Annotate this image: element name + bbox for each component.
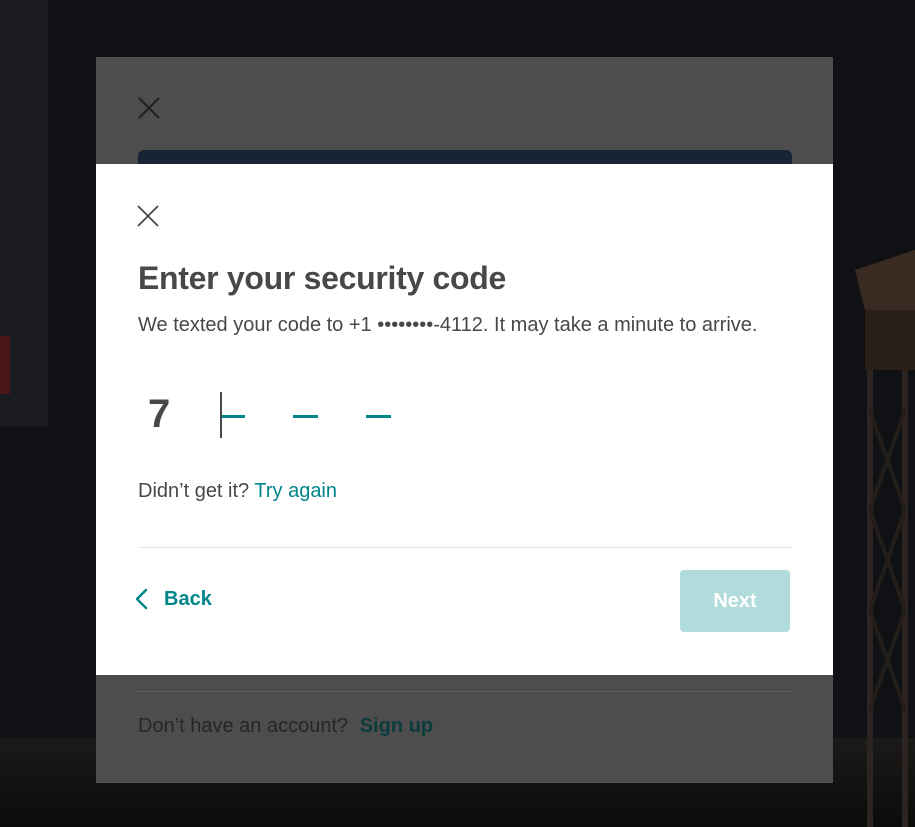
signup-link: Sign up bbox=[359, 715, 434, 737]
signup-prompt: Don’t have an account? bbox=[138, 715, 349, 737]
footer-divider bbox=[138, 547, 792, 548]
security-code-dialog: Enter your security code We texted your … bbox=[96, 164, 833, 675]
text-caret bbox=[220, 392, 222, 438]
retry-row: Didn’t get it? Try again bbox=[138, 480, 337, 503]
code-placeholder-dash bbox=[220, 415, 245, 418]
security-code-input[interactable]: 7 bbox=[138, 386, 438, 442]
background-divider bbox=[138, 691, 792, 692]
try-again-link[interactable]: Try again bbox=[254, 480, 337, 502]
background-signup-row: Don’t have an account? Sign up bbox=[138, 715, 433, 738]
code-digit-4[interactable] bbox=[356, 386, 402, 442]
next-button[interactable]: Next bbox=[680, 570, 790, 632]
code-digit-1-value: 7 bbox=[148, 392, 171, 436]
code-digit-2[interactable] bbox=[210, 386, 256, 442]
code-digit-1[interactable]: 7 bbox=[138, 386, 184, 442]
dialog-title: Enter your security code bbox=[138, 260, 507, 296]
background-accent-strip bbox=[0, 336, 10, 394]
close-icon bbox=[137, 205, 159, 227]
code-placeholder-dash bbox=[366, 415, 391, 418]
back-button[interactable]: Back bbox=[134, 582, 212, 616]
dialog-subtitle: We texted your code to +1 ••••••••-4112.… bbox=[138, 314, 758, 336]
retry-prompt: Didn’t get it? bbox=[138, 480, 250, 502]
back-label: Back bbox=[164, 587, 212, 610]
code-digit-3[interactable] bbox=[283, 386, 329, 442]
code-placeholder-dash bbox=[293, 415, 318, 418]
chevron-left-icon bbox=[135, 588, 148, 610]
background-tower-illustration bbox=[855, 250, 915, 827]
close-icon bbox=[138, 97, 160, 119]
close-button[interactable] bbox=[132, 200, 164, 232]
